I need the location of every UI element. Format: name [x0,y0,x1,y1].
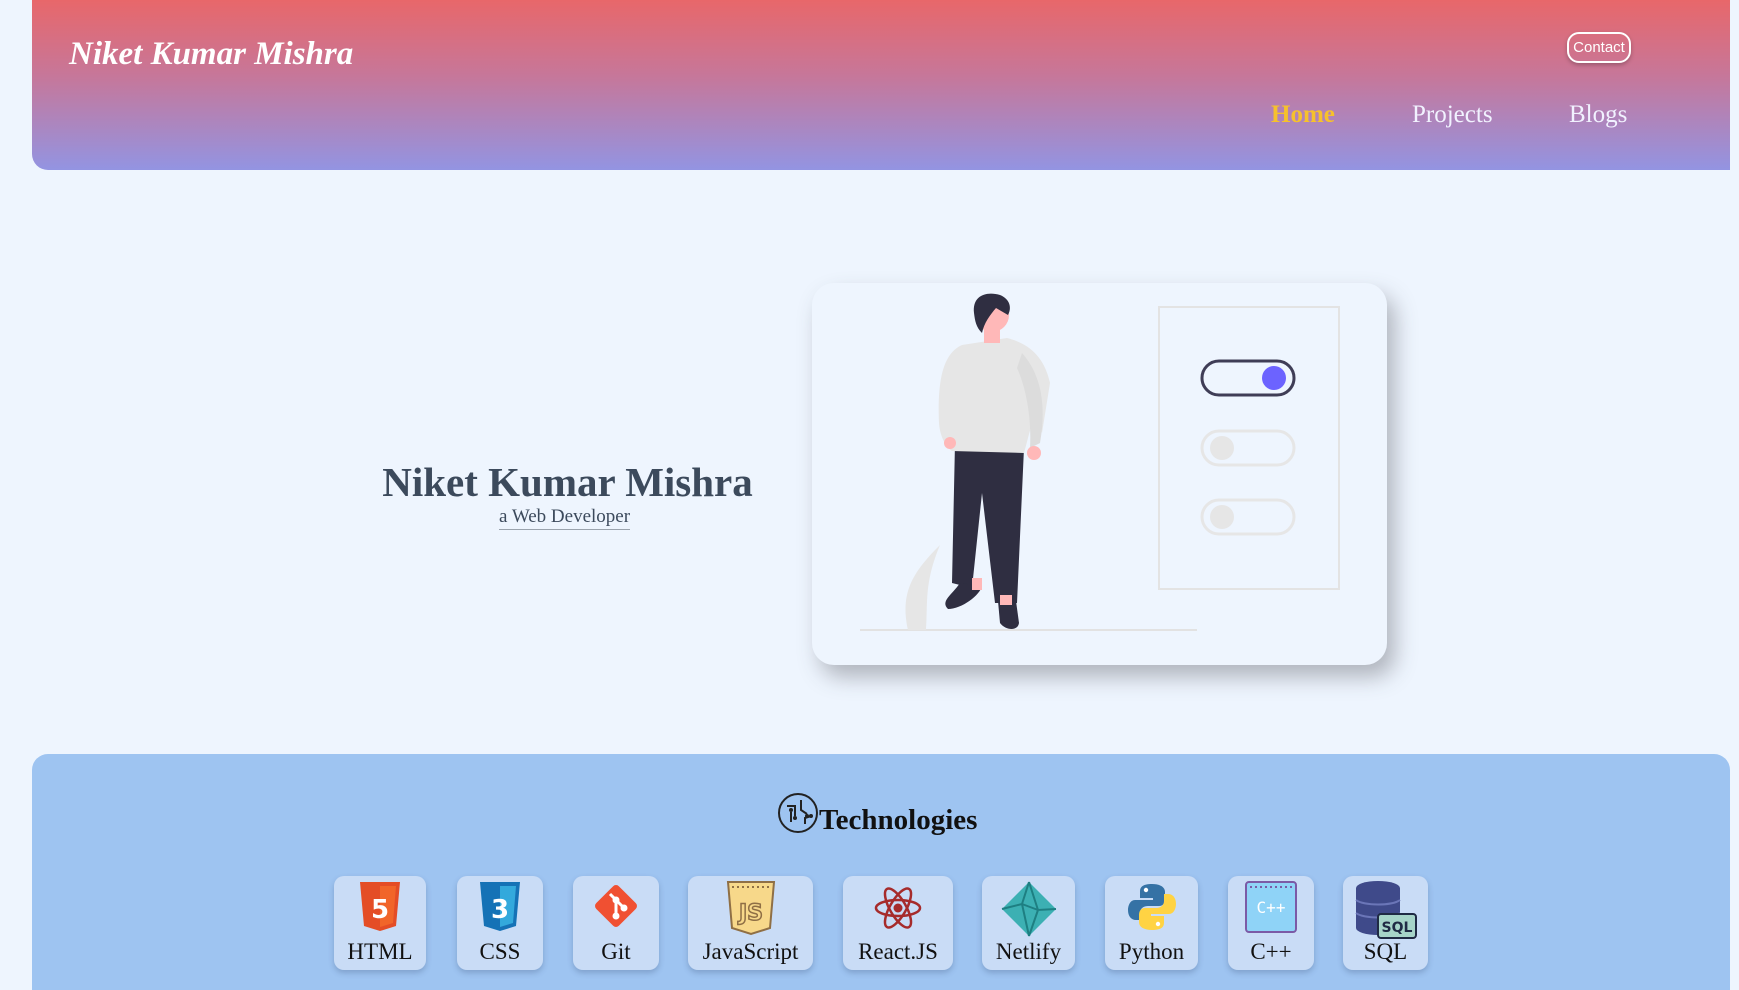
nav-projects[interactable]: Projects [1412,101,1493,129]
tech-label: Python [1118,939,1185,964]
cpp-icon: C++ [1245,881,1297,933]
svg-text:JS: JS [736,901,762,926]
technologies-heading: Technologies [777,792,978,837]
technologies-title: Technologies [819,804,978,836]
tech-label: SQL [1363,939,1408,964]
hero-role: a Web Developer [499,506,631,530]
tech-tile-react[interactable]: React.JS [843,876,953,970]
tech-tile-cpp[interactable]: C++ C++ [1228,876,1314,970]
nav-home[interactable]: Home [1271,101,1335,129]
svg-text:5: 5 [371,895,389,925]
contact-button[interactable]: Contact [1567,32,1631,63]
tech-tile-netlify[interactable]: Netlify [982,876,1075,970]
tech-tile-html[interactable]: 5 HTML [334,876,426,970]
svg-text:SQL: SQL [1381,920,1412,936]
netlify-icon [1001,881,1056,937]
tech-tile-css[interactable]: 3 CSS [457,876,543,970]
tech-label: HTML [347,939,413,964]
html5-icon: 5 [360,882,400,931]
react-icon [874,887,922,929]
svg-text:3: 3 [491,895,509,925]
tech-label: Netlify [995,939,1062,964]
sql-database-icon: SQL [1354,881,1417,939]
site-header: Niket Kumar Mishra Contact Home Projects… [32,0,1730,170]
tech-tile-sql[interactable]: SQL SQL [1343,876,1428,970]
tech-label: C++ [1250,939,1292,964]
brand-logo-text[interactable]: Niket Kumar Mishra [69,36,353,73]
tech-label: Git [601,939,631,964]
git-icon [595,885,637,927]
hero-name: Niket Kumar Mishra [382,459,753,505]
technologies-section: Technologies 5 HTML 3 CSS Git JS JavaScr… [32,754,1730,990]
tech-label: JavaScript [702,939,799,964]
tech-label: CSS [479,939,521,964]
javascript-icon: JS [726,881,775,936]
person-toggles-illustration [860,293,1340,631]
tech-tile-python[interactable]: Python [1105,876,1198,970]
hero-illustration-card [812,283,1387,665]
nav-blogs[interactable]: Blogs [1569,101,1627,129]
css3-icon: 3 [480,882,520,931]
tech-label: React.JS [858,939,938,964]
tech-tile-git[interactable]: Git [573,876,659,970]
svg-text:C++: C++ [1257,898,1286,917]
tech-tile-javascript[interactable]: JS JavaScript [688,876,813,970]
circuit-icon [778,792,818,833]
python-icon [1127,884,1176,930]
